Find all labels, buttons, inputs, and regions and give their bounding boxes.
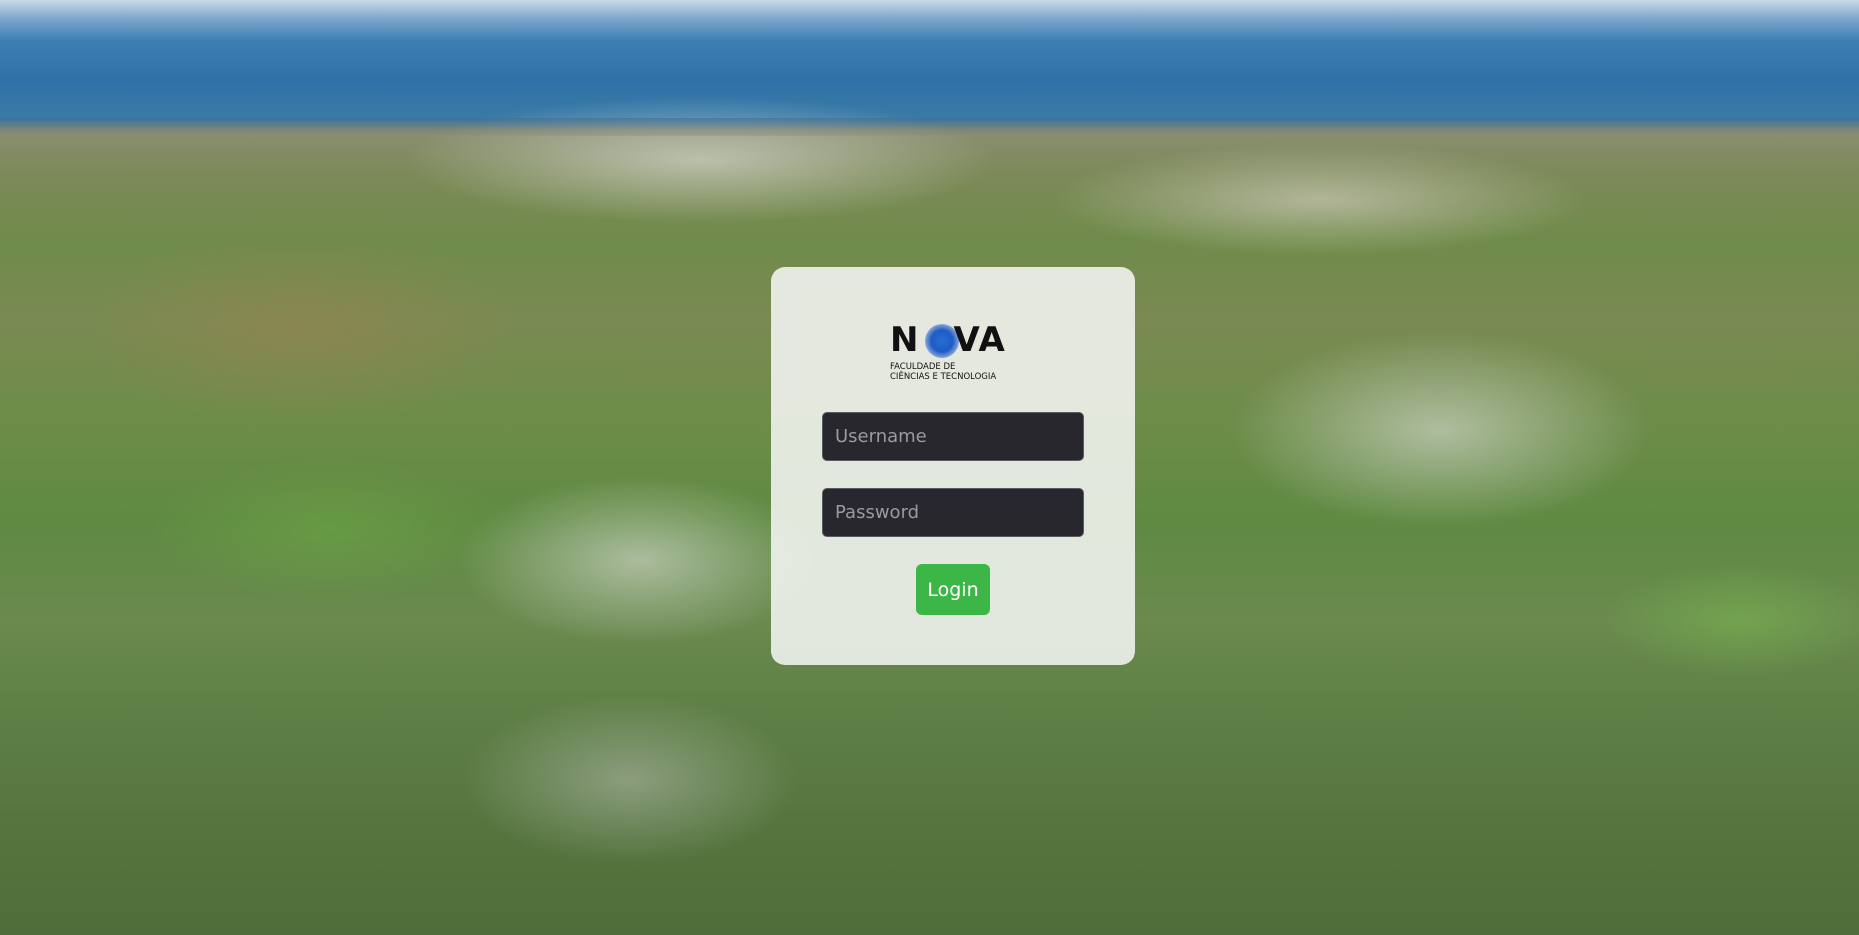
- logo-wordmark: N VA: [890, 323, 1006, 357]
- login-card: N VA FACULDADE DE CIÊNCIAS E TECNOLOGIA L…: [771, 267, 1135, 665]
- password-input[interactable]: [822, 488, 1084, 537]
- username-input[interactable]: [822, 412, 1084, 461]
- coastline: [0, 118, 1859, 136]
- logo-subtitle-line2: CIÊNCIAS E TECNOLOGIA: [890, 372, 997, 382]
- logo-subtitle: FACULDADE DE CIÊNCIAS E TECNOLOGIA: [890, 362, 996, 382]
- nova-logo-icon: N VA FACULDADE DE CIÊNCIAS E TECNOLOGIA: [890, 323, 1016, 385]
- login-button[interactable]: Login: [916, 564, 990, 615]
- logo-letters-va: VA: [953, 320, 1006, 360]
- logo-subtitle-line1: FACULDADE DE: [890, 362, 956, 372]
- logo-letter-n: N: [890, 320, 920, 360]
